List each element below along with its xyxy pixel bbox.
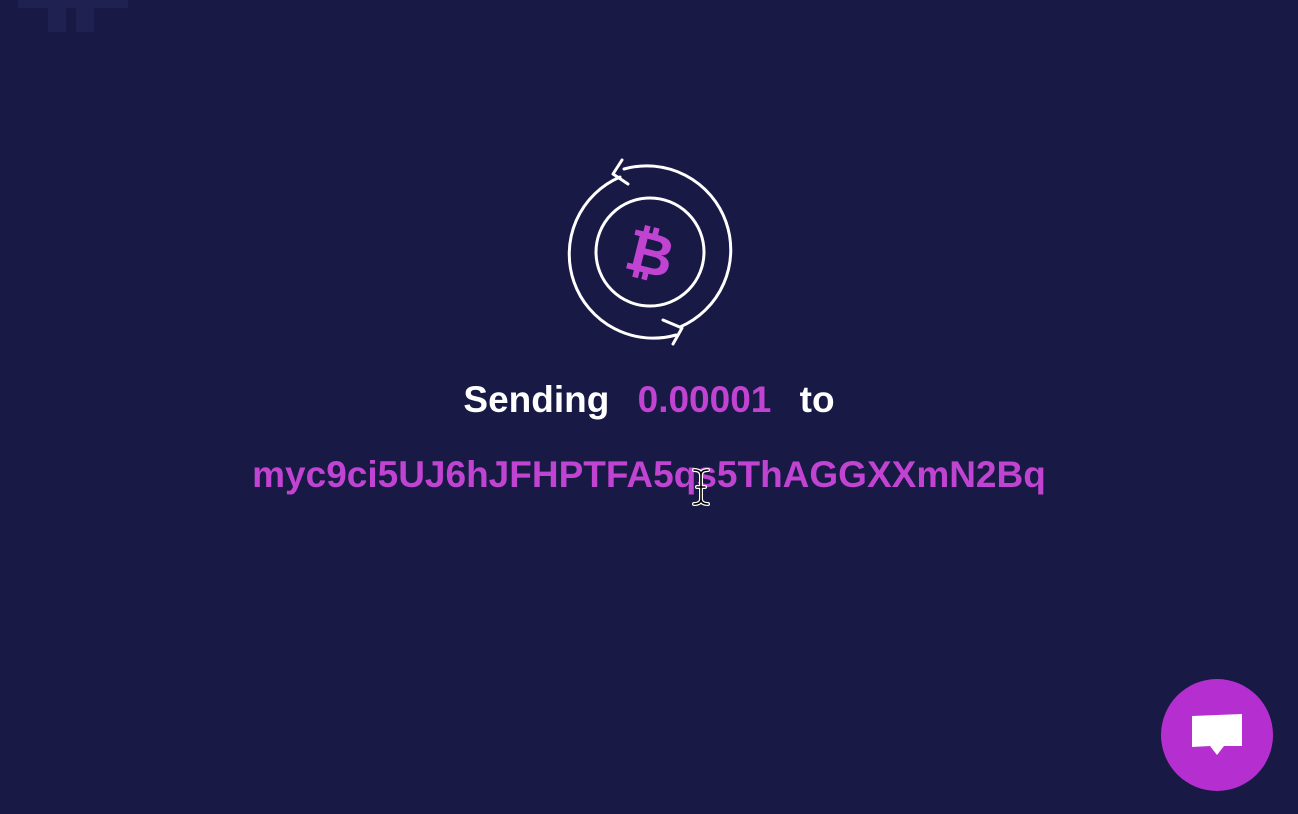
logo-icon (18, 0, 128, 32)
sending-status: Sending 0.00001 to (0, 374, 1298, 426)
sync-coin-icon: ₿ (567, 158, 733, 346)
sending-to-label: to (799, 379, 835, 420)
sending-amount: 0.00001 (637, 379, 772, 420)
svg-text:₿: ₿ (619, 217, 681, 292)
chat-button[interactable] (1161, 679, 1273, 791)
chat-bubble-icon (1192, 714, 1242, 755)
text-cursor-icon (692, 468, 710, 506)
bitcoin-cash-icon: ₿ (619, 217, 681, 292)
sending-label: Sending (463, 379, 610, 420)
sending-screen: ₿ Sending 0.00001 to myc9ci5UJ6hJFHPTFA5… (0, 0, 1298, 814)
recipient-address: myc9ci5UJ6hJFHPTFA5qs5ThAGGXXmN2Bq (252, 454, 1046, 495)
